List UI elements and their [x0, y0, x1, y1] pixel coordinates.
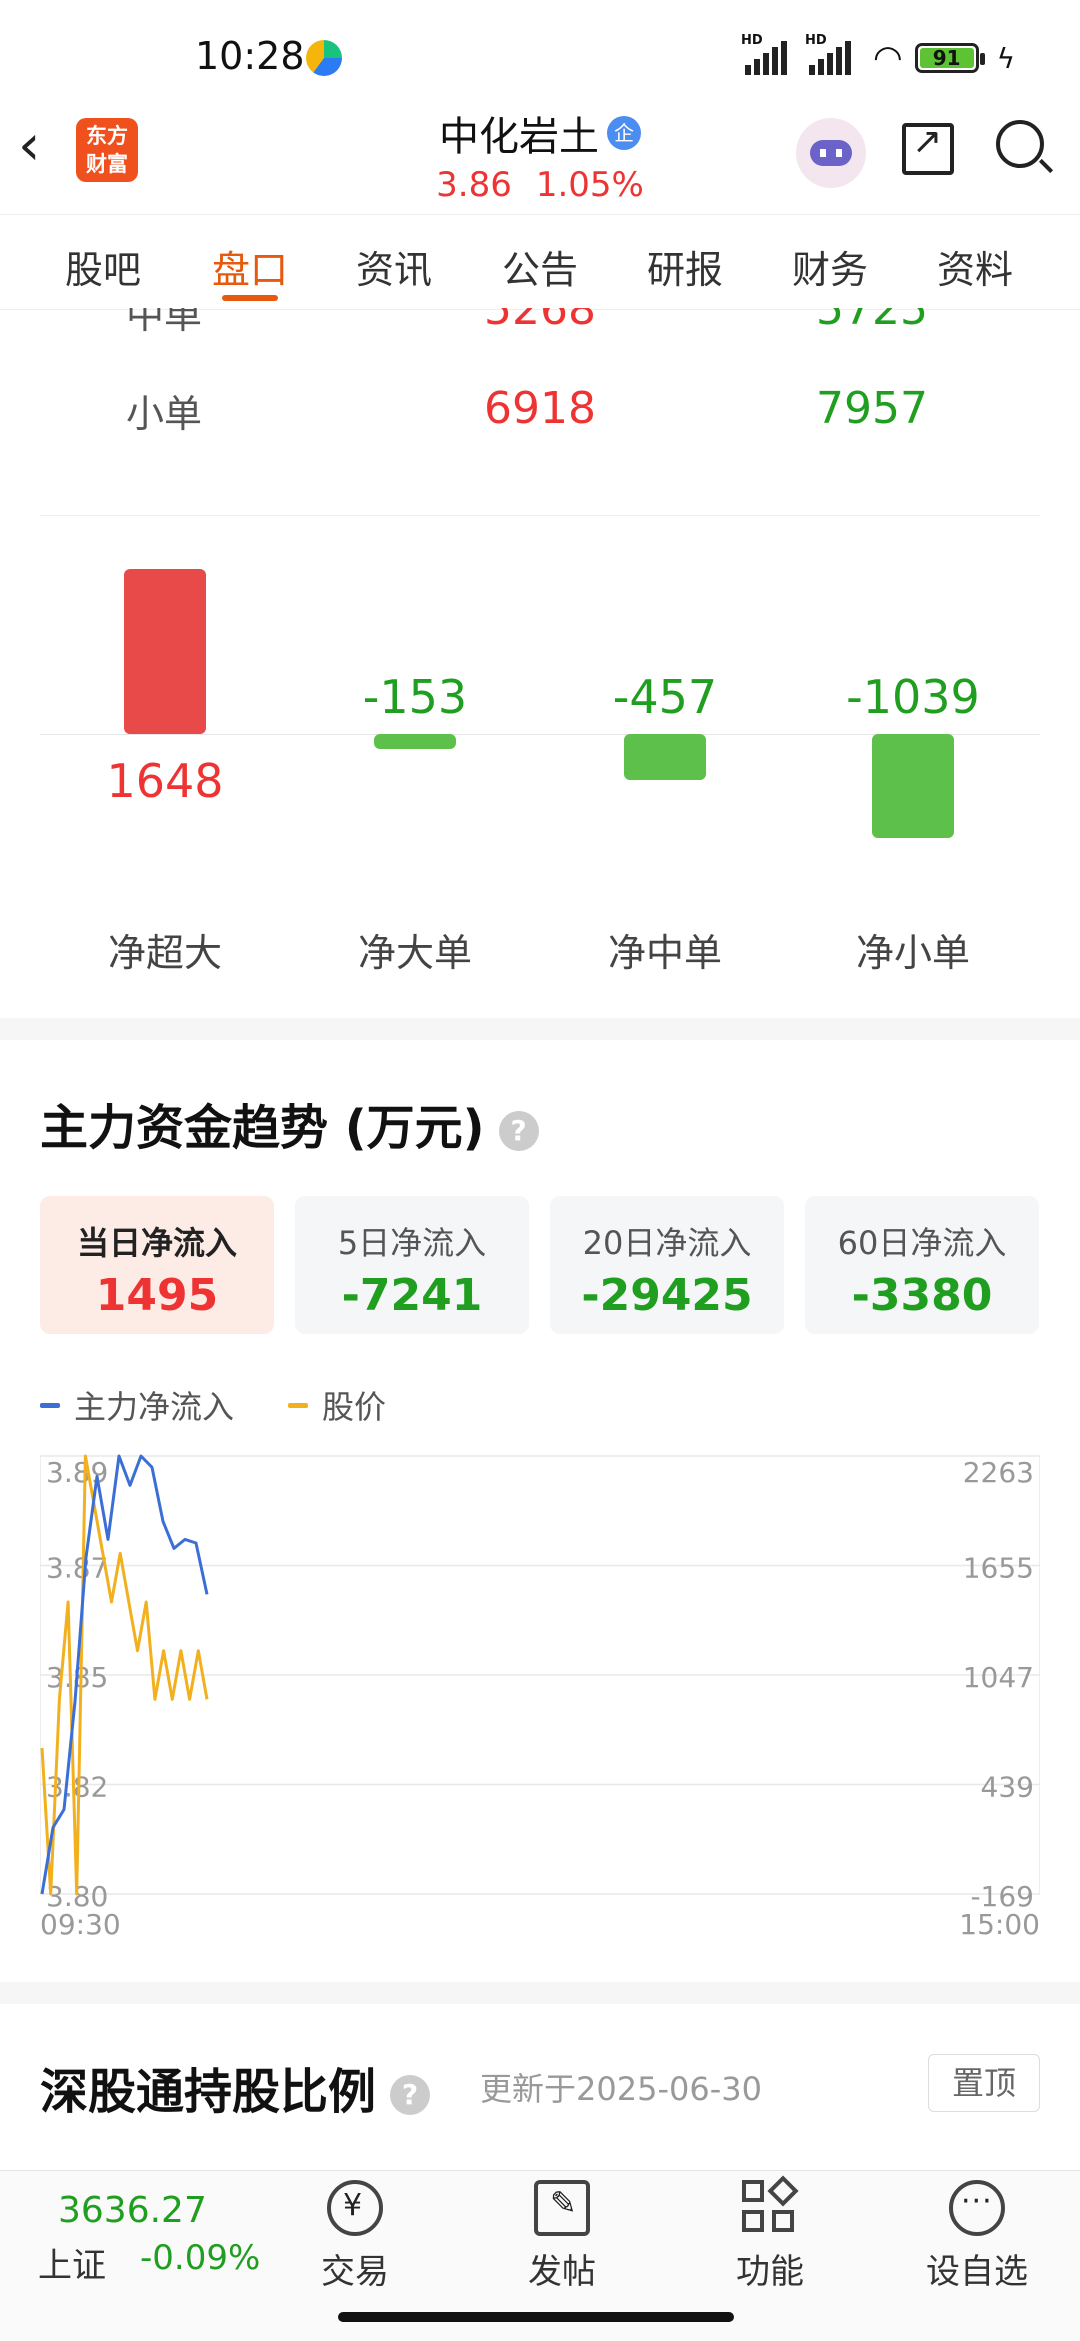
- trade-icon: ¥: [327, 2180, 383, 2236]
- net-bar-label: 净大单: [357, 931, 472, 975]
- chart-svg: 3.893.873.853.823.80226316551047439-1690…: [40, 1454, 1040, 1941]
- divider: [40, 515, 1040, 516]
- card-60day[interactable]: 60日净流入 -3380: [805, 1196, 1039, 1334]
- card-20day[interactable]: 20日净流入 -29425: [550, 1196, 784, 1334]
- card-5day[interactable]: 5日净流入 -7241: [295, 1196, 529, 1334]
- x-tick-start: 09:30: [40, 1908, 121, 1941]
- tab-bar: 股吧 盘口 资讯 公告 研报 财务 资料: [0, 214, 1080, 310]
- tab-guba[interactable]: 股吧: [43, 239, 163, 294]
- tab-announcements[interactable]: 公告: [480, 239, 600, 294]
- tab-finance[interactable]: 财务: [770, 239, 890, 294]
- app-notification-icon: [306, 40, 342, 76]
- chart-legend: 主力净流入 股价: [40, 1382, 386, 1428]
- order-sell: 7957: [816, 383, 928, 434]
- stock-name: 中化岩土: [439, 114, 599, 160]
- post-icon: ✎: [534, 2180, 590, 2236]
- order-buy: 5268: [484, 308, 596, 335]
- assistant-robot-icon[interactable]: [796, 118, 866, 188]
- charging-icon: ϟ: [996, 41, 1016, 75]
- tab-profile[interactable]: 资料: [915, 239, 1035, 294]
- status-time: 10:28: [195, 34, 305, 78]
- net-bar: [124, 569, 206, 734]
- section-gap: [0, 1018, 1080, 1040]
- section-gap-2: [0, 1982, 1080, 2004]
- net-bar-label: 净小单: [855, 931, 970, 975]
- net-bar: [374, 734, 456, 750]
- pin-button[interactable]: 置顶: [928, 2054, 1040, 2112]
- active-tab-indicator: [222, 295, 278, 301]
- grid-icon: [742, 2175, 799, 2236]
- legend-swatch-flow: [40, 1402, 60, 1408]
- sztong-title: 深股通持股比例?: [40, 2052, 431, 2122]
- index-name[interactable]: 上证: [38, 2238, 106, 2287]
- tab-research[interactable]: 研报: [625, 239, 745, 294]
- net-bar-label: 净中单: [607, 931, 722, 975]
- y-right-tick: 1655: [963, 1552, 1034, 1585]
- search-icon[interactable]: [996, 120, 1044, 168]
- battery-icon: 91: [914, 43, 985, 73]
- order-row-mid-clip: 中单 5268 5725: [0, 308, 1080, 344]
- signal-icon: HD: [741, 33, 787, 75]
- flow-trend-chart[interactable]: 3.89 3.87 3.85 3.82 3.80 2263 1655 1047 439 -169 0…: [40, 1450, 1040, 1950]
- net-bar-label: 净超大: [107, 931, 222, 975]
- y-left-tick: 3.87: [46, 1552, 108, 1585]
- wifi-icon: ◠: [873, 38, 903, 78]
- change-pct: 1.05%: [535, 165, 644, 205]
- legend-flow: 主力净流入: [74, 1388, 235, 1426]
- net-bar-value: -457: [612, 670, 718, 724]
- update-date: 更新于2025-06-30: [480, 2070, 762, 2108]
- index-value[interactable]: 3636.27: [58, 2190, 207, 2231]
- more-icon: ···: [949, 2180, 1005, 2236]
- order-label: 小单: [126, 392, 203, 436]
- legend-swatch-price: [288, 1402, 309, 1408]
- order-label: 中单: [126, 308, 203, 337]
- trend-title: 主力资金趋势 (万元)?: [40, 1088, 539, 1158]
- price: 3.86: [436, 165, 512, 205]
- nav-add-watchlist[interactable]: ··· 设自选: [907, 2180, 1047, 2293]
- flow-cards: 当日净流入 1495 5日净流入 -7241 20日净流入 -29425 60日净流入…: [40, 1196, 1040, 1334]
- nav-post[interactable]: ✎ 发帖: [492, 2180, 632, 2293]
- tab-news[interactable]: 资讯: [334, 239, 454, 294]
- order-sell: 5725: [816, 308, 928, 335]
- home-indicator[interactable]: [338, 2312, 734, 2322]
- net-bar: [872, 734, 954, 839]
- y-right-tick: 1047: [963, 1661, 1034, 1694]
- signal-icon-2: HD: [805, 33, 851, 75]
- enterprise-badge: 企: [607, 116, 641, 150]
- net-bar-value: -153: [362, 670, 468, 724]
- share-icon[interactable]: [902, 121, 954, 175]
- order-buy: 6918: [484, 383, 596, 434]
- help-icon[interactable]: ?: [390, 2075, 431, 2115]
- nav-trade[interactable]: ¥ 交易: [285, 2180, 425, 2293]
- card-today[interactable]: 当日净流入 1495: [40, 1196, 274, 1334]
- net-bar-value: 1648: [106, 754, 224, 808]
- order-row-small: 小单 6918 7957: [0, 383, 1080, 443]
- order-row-mid: 中单 5268 5725: [0, 308, 1080, 344]
- status-indicators: HD HD ◠ 91 ϟ: [741, 33, 1016, 78]
- help-icon[interactable]: ?: [498, 1111, 539, 1151]
- net-bar: [624, 734, 706, 780]
- y-right-tick: 2263: [963, 1456, 1034, 1489]
- nav-functions[interactable]: 功能: [700, 2175, 840, 2293]
- y-right-tick: 439: [981, 1771, 1034, 1804]
- tab-pankou[interactable]: 盘口: [190, 239, 310, 294]
- net-bar-value: -1039: [846, 670, 980, 724]
- index-change[interactable]: -0.09%: [140, 2238, 260, 2278]
- legend-price: 股价: [322, 1388, 387, 1426]
- x-tick-end: 15:00: [959, 1908, 1040, 1941]
